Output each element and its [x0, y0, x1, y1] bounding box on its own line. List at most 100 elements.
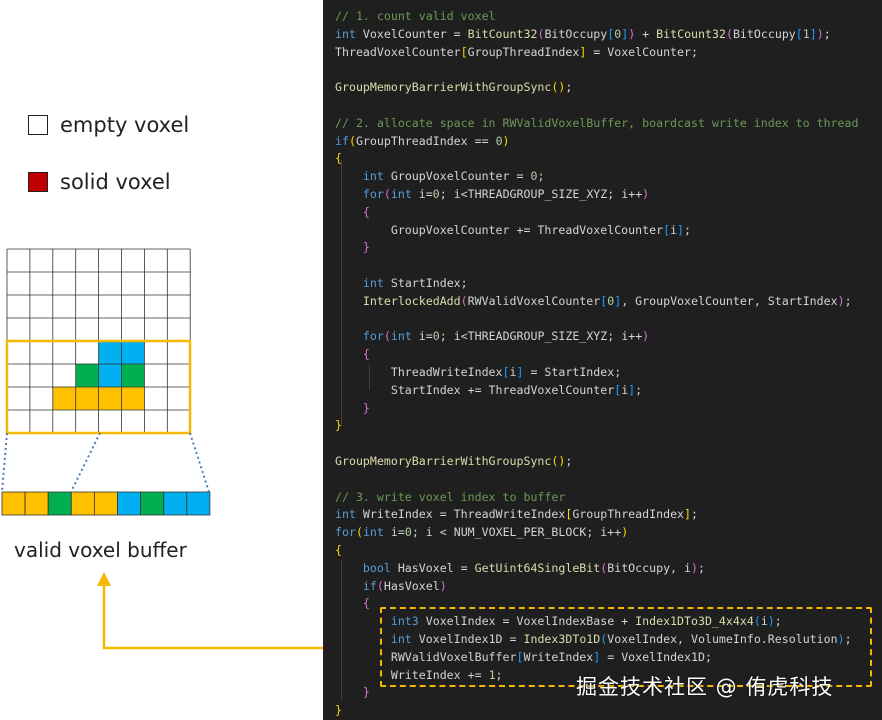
code-token: ; — [691, 507, 698, 522]
code-token: ] — [677, 222, 685, 237]
code-line: if(GroupThreadIndex == 0) — [335, 133, 510, 151]
code-token: { — [335, 543, 342, 557]
code-token: ] — [684, 507, 692, 522]
code-token: int — [335, 26, 356, 41]
buffer-cell-blue — [186, 491, 211, 516]
voxel-cell-blue — [121, 341, 145, 364]
code-line: // 3. write voxel index to buffer — [335, 489, 565, 507]
code-token: BitOccupy, i — [607, 560, 691, 575]
code-line: int VoxelCounter = BitCount32(BitOccupy[… — [335, 26, 831, 44]
code-token: ( — [383, 329, 391, 344]
code-token: GetUint64SingleBit — [474, 560, 601, 575]
code-token: WriteIndex = ThreadWriteIndex — [355, 507, 566, 522]
code-line: } — [335, 239, 370, 257]
code-token: [ — [460, 44, 468, 59]
code-token: ; — [565, 80, 573, 95]
voxel-cell-blue — [98, 364, 122, 387]
code-token: ; — [565, 454, 573, 468]
code-token: i= — [411, 329, 433, 344]
code-line: } — [335, 400, 370, 418]
code-token: ) — [621, 525, 629, 540]
code-line: if(HasVoxel) — [335, 578, 447, 596]
code-token: 0 — [495, 133, 503, 148]
code-token: BitOccupy — [544, 26, 608, 41]
code-token: () — [551, 80, 566, 95]
code-token: i — [670, 222, 678, 237]
code-token: for — [335, 525, 356, 540]
code-token: 1 — [802, 26, 810, 41]
voxel-cell-blue — [98, 341, 122, 364]
buffer-cell-yellow — [1, 491, 26, 516]
code-token: ; — [823, 26, 831, 41]
code-token: } — [362, 400, 370, 415]
code-token: ) — [642, 187, 650, 201]
code-line: int StartIndex; — [335, 275, 468, 293]
code-token: { — [335, 151, 342, 166]
code-token: { — [362, 347, 370, 362]
code-token: 0 — [404, 525, 412, 540]
code-token: i — [509, 365, 517, 379]
code-token: ) — [502, 133, 510, 148]
code-token: ; — [697, 560, 705, 575]
code-token: ] — [809, 26, 817, 41]
code-token: ) — [439, 578, 447, 593]
code-token: for — [362, 187, 384, 201]
voxel-cell-green — [75, 364, 99, 387]
voxel-cell-yellow — [75, 387, 99, 410]
buffer-cell-green — [140, 491, 165, 516]
buffer-cell-yellow — [24, 491, 49, 516]
code-token: GroupThreadIndex == — [355, 133, 496, 148]
buffer-cell-yellow — [94, 491, 118, 516]
watermark: 掘金技术社区 @ 侑虎科技 — [576, 675, 834, 699]
code-line: StartIndex += ThreadVoxelCounter[i]; — [335, 382, 642, 400]
code-token: ( — [348, 133, 356, 148]
code-line: ThreadVoxelCounter[GroupThreadIndex] = V… — [335, 44, 698, 62]
buffer-cell-blue — [117, 491, 142, 516]
code-token: int — [335, 507, 356, 522]
valid-voxel-buffer-cells — [1, 491, 211, 516]
code-line: for(int i=0; i < NUM_VOXEL_PER_BLOCK; i+… — [335, 524, 628, 542]
code-token: ; — [537, 169, 545, 184]
code-token: ( — [725, 26, 733, 41]
code-token: // 2. allocate space in RWValidVoxelBuff… — [335, 115, 859, 130]
code-token: HasVoxel — [383, 578, 440, 593]
code-token: GroupMemoryBarrierWithGroupSync — [335, 454, 552, 468]
code-token: ) — [837, 293, 845, 308]
code-token: ; i<THREADGROUP_SIZE_XYZ; i++ — [439, 187, 643, 201]
code-token: () — [551, 454, 566, 468]
code-token: + — [635, 26, 657, 41]
code-token: ; — [684, 222, 691, 237]
code-token: [ — [795, 26, 803, 41]
code-line: int GroupVoxelCounter = 0; — [335, 168, 545, 186]
code-token: } — [362, 240, 370, 255]
code-token: if — [335, 133, 349, 148]
code-token: ; — [844, 293, 852, 308]
code-token: int — [362, 276, 384, 290]
code-line: ThreadWriteIndex[i] = StartIndex; — [335, 364, 621, 382]
code-token: ) — [816, 26, 824, 41]
code-line: } — [335, 417, 342, 435]
code-line: } — [335, 684, 370, 702]
voxel-cell-yellow — [98, 387, 122, 410]
code-line: GroupVoxelCounter += ThreadVoxelCounter[… — [335, 222, 691, 240]
code-token: // 1. count valid voxel — [335, 9, 496, 23]
buffer-cell-green — [47, 491, 72, 516]
code-line: GroupMemoryBarrierWithGroupSync(); — [335, 79, 572, 97]
code-line: bool HasVoxel = GetUint64SingleBit(BitOc… — [335, 560, 705, 578]
code-token: int — [390, 187, 412, 201]
voxel-cell-yellow — [121, 387, 145, 410]
code-token: GroupVoxelCounter += ThreadVoxelCounter — [335, 222, 664, 237]
code-token: ; i<THREADGROUP_SIZE_XYZ; i++ — [439, 329, 643, 344]
code-line: InterlockedAdd(RWValidVoxelCounter[0], G… — [335, 293, 852, 311]
code-line: for(int i=0; i<THREADGROUP_SIZE_XYZ; i++… — [335, 328, 649, 346]
